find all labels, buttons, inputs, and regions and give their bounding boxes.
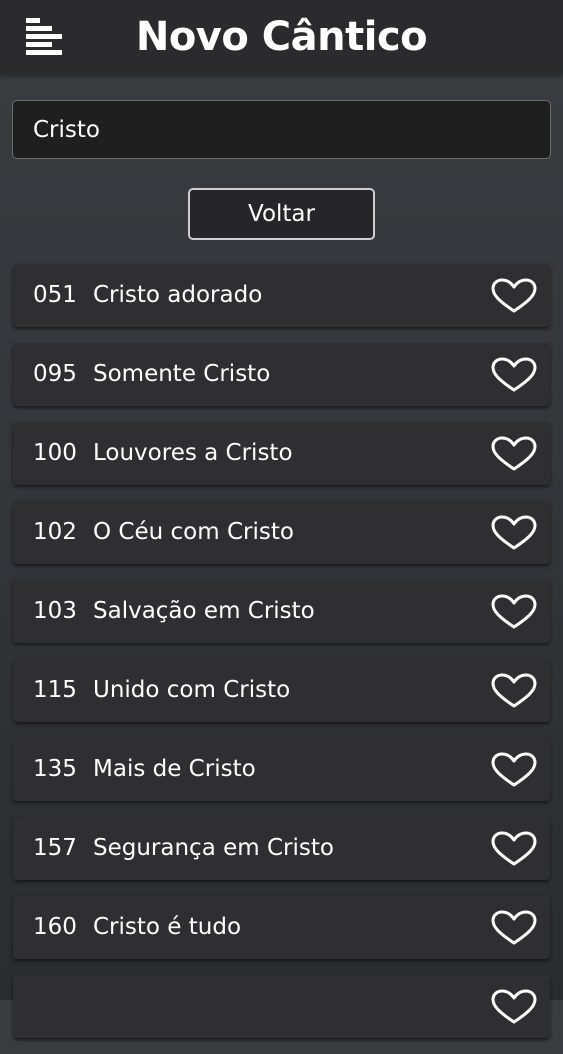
heart-outline-icon[interactable]: [491, 673, 537, 709]
heart-outline-icon[interactable]: [491, 831, 537, 867]
hymn-item[interactable]: 160 Cristo é tudo: [13, 896, 550, 959]
hymn-number: 135: [33, 756, 77, 782]
hymn-item[interactable]: 051 Cristo adorado: [13, 264, 550, 327]
hymn-item[interactable]: 157 Segurança em Cristo: [13, 817, 550, 880]
hymn-item[interactable]: 095 Somente Cristo: [13, 343, 550, 406]
hymn-title: Mais de Cristo: [93, 756, 256, 782]
hymn-number: 100: [33, 440, 77, 466]
hymn-number: 160: [33, 914, 77, 940]
hymn-number: 095: [33, 361, 77, 387]
search-box: [12, 100, 551, 159]
hymn-number: 102: [33, 519, 77, 545]
hymn-number: 103: [33, 598, 77, 624]
heart-outline-icon[interactable]: [491, 278, 537, 314]
hymn-title: Louvores a Cristo: [93, 440, 293, 466]
heart-outline-icon[interactable]: [491, 515, 537, 551]
hymn-title: Cristo adorado: [93, 282, 263, 308]
heart-outline-icon[interactable]: [491, 357, 537, 393]
search-input[interactable]: [13, 101, 550, 158]
hymn-title: Unido com Cristo: [93, 677, 291, 703]
hymn-item[interactable]: 100 Louvores a Cristo: [13, 422, 550, 485]
hymn-title: Somente Cristo: [93, 361, 271, 387]
hymn-item[interactable]: 103 Salvação em Cristo: [13, 580, 550, 643]
menu-icon[interactable]: [26, 18, 62, 56]
app-bar: Novo Cântico: [0, 0, 563, 74]
hymn-item[interactable]: 102 O Céu com Cristo: [13, 501, 550, 564]
back-button[interactable]: Voltar: [188, 188, 375, 240]
hymn-title: O Céu com Cristo: [93, 519, 294, 545]
hymn-title: Cristo é tudo: [93, 914, 242, 940]
hymn-title: Segurança em Cristo: [93, 835, 334, 861]
hymn-item[interactable]: 135 Mais de Cristo: [13, 738, 550, 801]
heart-outline-icon[interactable]: [491, 989, 537, 1025]
hymn-list: 051 Cristo adorado 095 Somente Cristo 10…: [13, 264, 550, 1054]
heart-outline-icon[interactable]: [491, 910, 537, 946]
hymn-item[interactable]: [13, 975, 550, 1038]
heart-outline-icon[interactable]: [491, 594, 537, 630]
hymn-number: 051: [33, 282, 77, 308]
hymn-number: 157: [33, 835, 77, 861]
heart-outline-icon[interactable]: [491, 436, 537, 472]
hymn-number: 115: [33, 677, 77, 703]
hymn-item[interactable]: 115 Unido com Cristo: [13, 659, 550, 722]
hymn-title: Salvação em Cristo: [93, 598, 315, 624]
heart-outline-icon[interactable]: [491, 752, 537, 788]
app-title: Novo Cântico: [135, 14, 428, 60]
